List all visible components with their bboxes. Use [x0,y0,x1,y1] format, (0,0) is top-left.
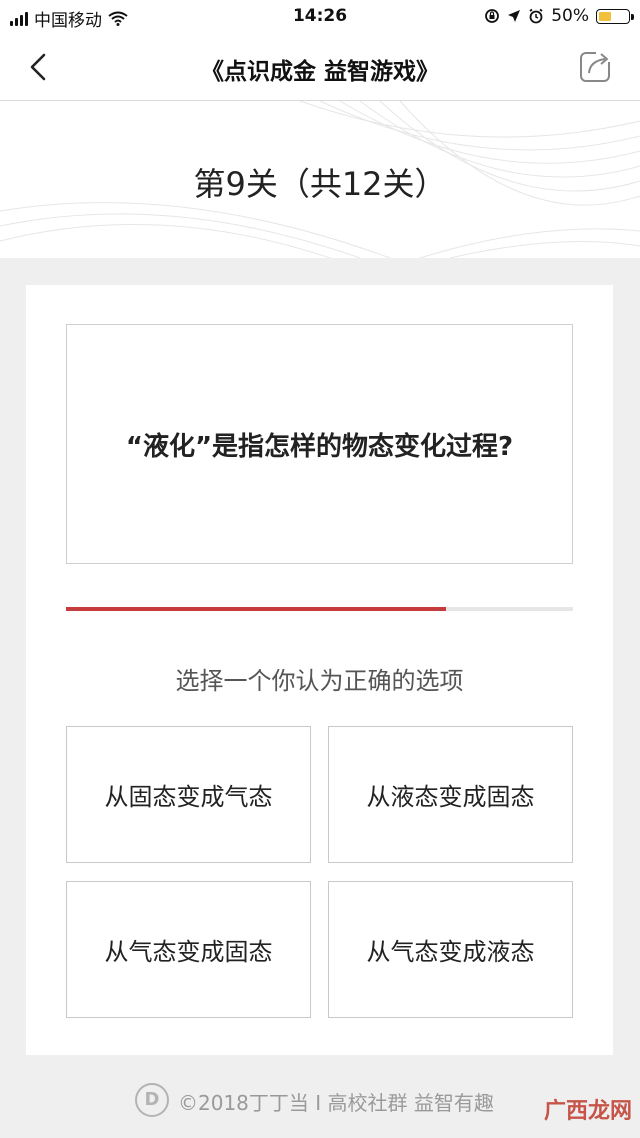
footer-copyright: ©2018丁丁当 I 高校社群 益智有趣 [178,1091,494,1115]
option-button[interactable]: 从气态变成固态 [66,881,311,1018]
option-button[interactable]: 从液态变成固态 [328,726,573,863]
share-button[interactable] [578,48,614,84]
battery-icon [596,8,634,24]
nav-bar: 《点识成金 益智游戏》 [0,34,640,101]
battery-fill [599,11,611,21]
share-icon [580,50,612,82]
status-right: 50% [484,6,634,26]
progress-fill [66,607,447,611]
level-header: 第9关（共12关） [0,101,640,258]
option-button[interactable]: 从固态变成气态 [66,726,311,863]
status-bar: 中国移动 14:26 50% [0,0,640,34]
level-title: 第9关（共12关） [193,165,447,203]
location-icon [508,10,521,22]
alarm-icon [529,8,543,24]
question-text: “液化”是指怎样的物态变化过程? [125,431,514,462]
watermark: 广西龙网 [543,1099,632,1124]
screen-lock-icon [485,9,500,23]
quiz-card: “液化”是指怎样的物态变化过程? 选择一个你认为正确的选项 从固态变成气态 从液… [26,285,613,1055]
brand-logo-icon: D [135,1083,169,1117]
progress-bar [66,607,573,611]
question-box: “液化”是指怎样的物态变化过程? [66,324,573,564]
page-title: 《点识成金 益智游戏》 [200,59,439,85]
battery-percent: 50% [551,6,589,26]
option-button[interactable]: 从气态变成液态 [328,881,573,1018]
instruction-text: 选择一个你认为正确的选项 [175,667,464,695]
